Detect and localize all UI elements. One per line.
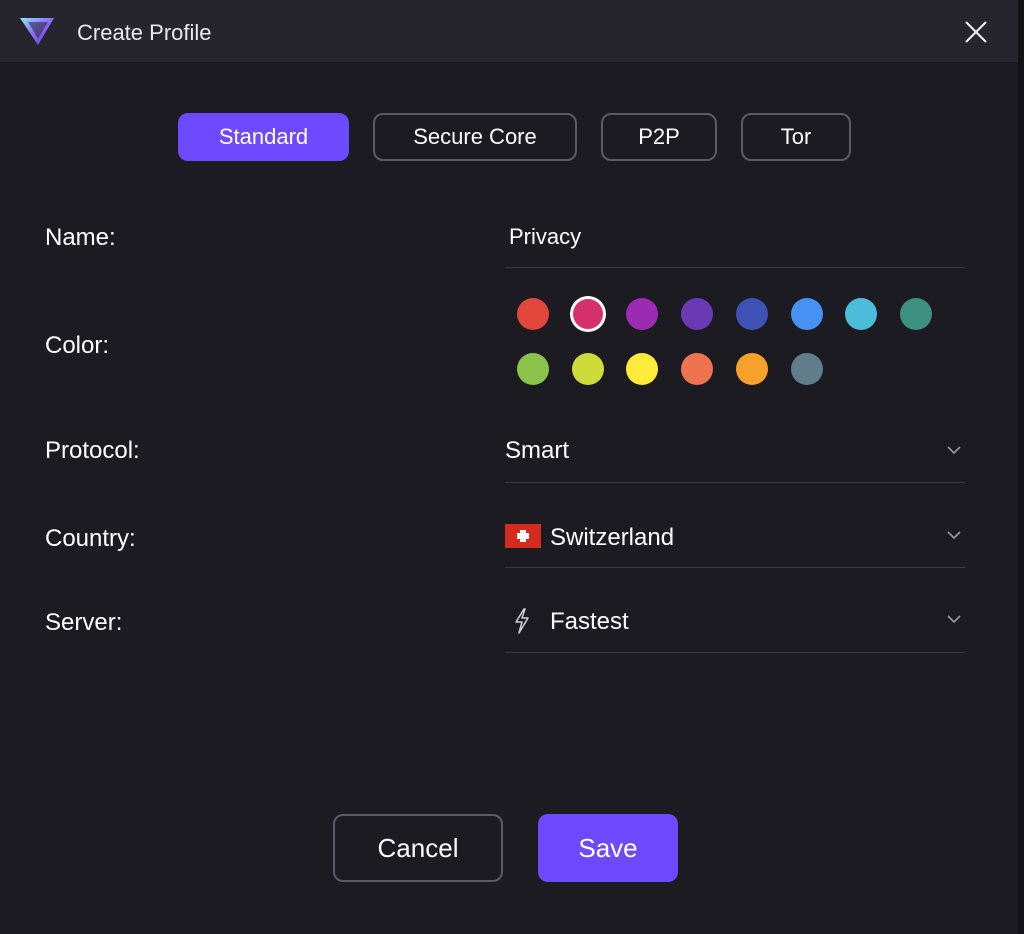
tab-tor[interactable]: Tor (741, 113, 851, 161)
tab-standard[interactable]: Standard (178, 113, 349, 161)
server-label: Server: (45, 609, 123, 636)
color-swatch[interactable] (736, 353, 768, 385)
country-dropdown[interactable]: Switzerland (505, 510, 965, 568)
color-swatch[interactable] (517, 298, 549, 330)
window-title: Create Profile (77, 20, 212, 45)
titlebar: Create Profile (0, 0, 1018, 62)
server-dropdown[interactable]: Fastest (505, 595, 965, 653)
name-input[interactable]: Privacy (505, 210, 965, 268)
server-value: Fastest (550, 608, 629, 635)
color-swatch[interactable] (736, 298, 768, 330)
color-swatch[interactable] (572, 353, 604, 385)
protocol-value: Smart (505, 437, 570, 464)
tab-secure-core[interactable]: Secure Core (373, 113, 577, 161)
switzerland-flag-icon (505, 524, 541, 548)
color-swatch[interactable] (626, 353, 658, 385)
color-swatch[interactable] (681, 353, 713, 385)
color-swatch[interactable] (573, 299, 603, 329)
close-icon (965, 21, 987, 43)
color-swatch[interactable] (900, 298, 932, 330)
create-profile-window: Create Profile Standard Secure Core P2P … (0, 0, 1024, 934)
protocol-dropdown[interactable]: Smart (505, 425, 965, 483)
cancel-button[interactable]: Cancel (333, 814, 503, 882)
chevron-down-icon (947, 446, 961, 455)
protonvpn-logo-icon (20, 18, 54, 45)
color-label: Color: (45, 332, 110, 359)
lightning-bolt-icon (515, 608, 529, 634)
country-label: Country: (45, 525, 136, 552)
profile-type-tabs: Standard Secure Core P2P Tor (0, 113, 1024, 165)
name-input-value: Privacy (509, 224, 582, 249)
color-swatch[interactable] (517, 353, 549, 385)
protocol-label: Protocol: (45, 437, 140, 464)
name-label: Name: (45, 224, 116, 251)
chevron-down-icon (947, 531, 961, 540)
color-swatch[interactable] (681, 298, 713, 330)
save-button[interactable]: Save (538, 814, 678, 882)
color-swatch[interactable] (845, 298, 877, 330)
tab-p2p[interactable]: P2P (601, 113, 717, 161)
chevron-down-icon (947, 615, 961, 624)
color-swatch[interactable] (626, 298, 658, 330)
country-value: Switzerland (550, 524, 675, 551)
color-swatch[interactable] (791, 353, 823, 385)
close-button[interactable] (958, 14, 994, 50)
color-swatch[interactable] (791, 298, 823, 330)
